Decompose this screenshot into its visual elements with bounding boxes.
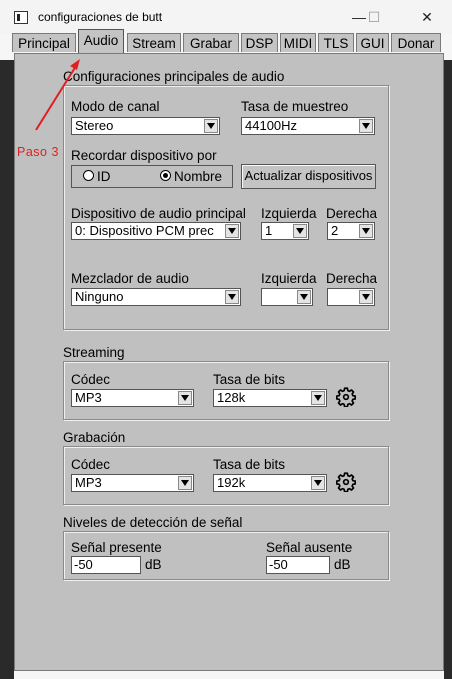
tab-audio[interactable]: Audio: [78, 29, 124, 53]
annotation-label: Paso 3: [17, 145, 59, 159]
annotation-arrow: [35, 59, 80, 131]
